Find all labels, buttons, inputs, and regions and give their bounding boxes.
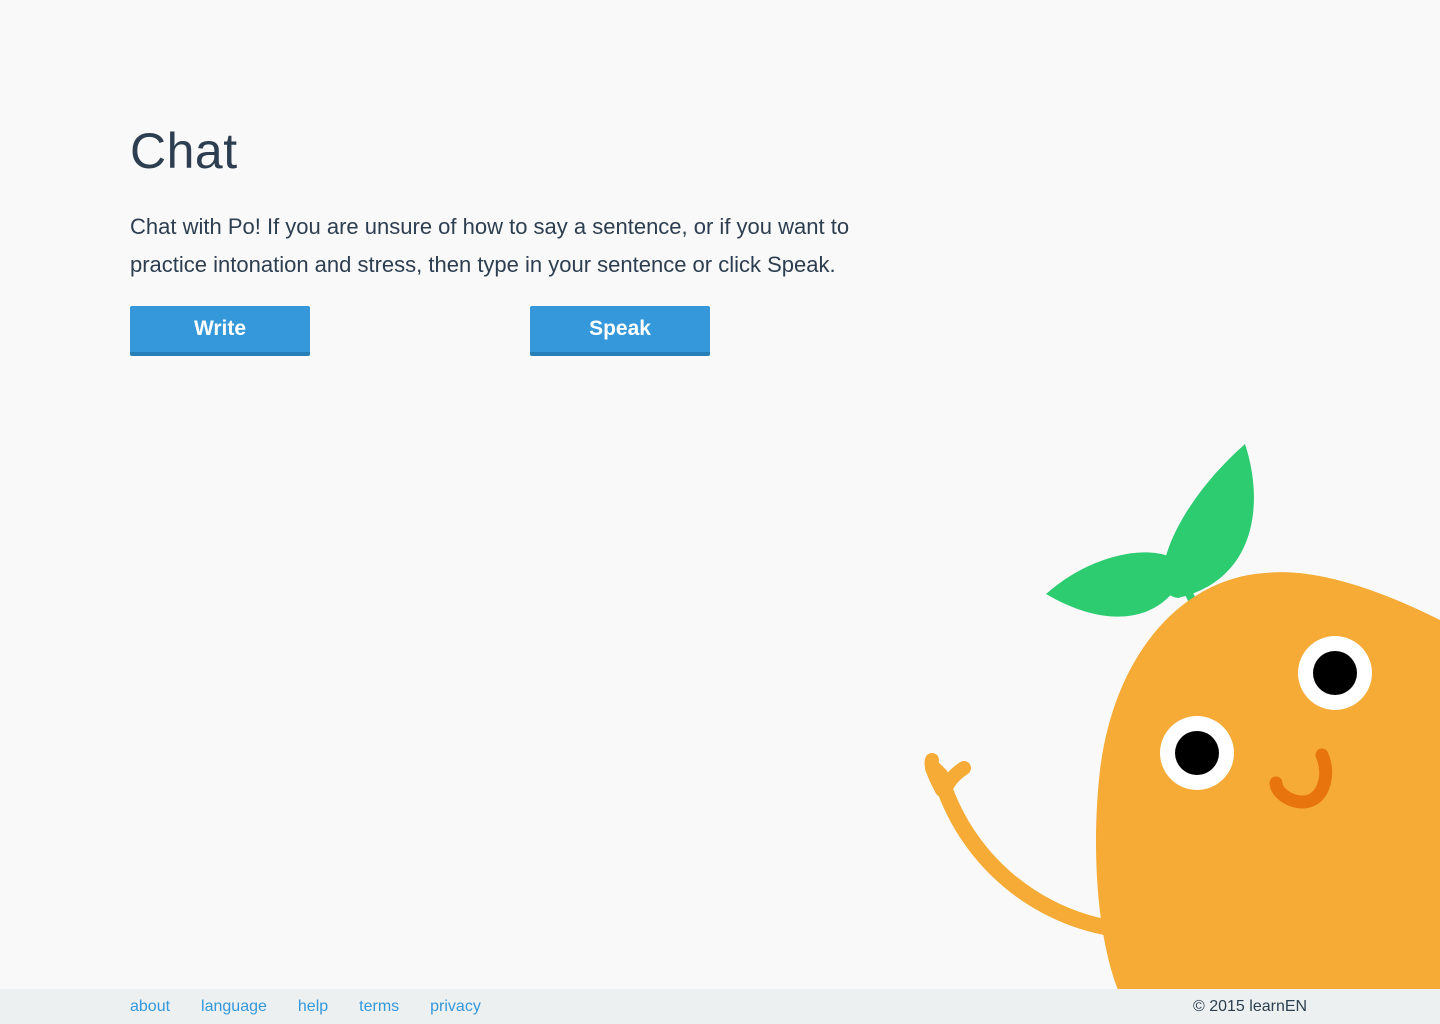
footer-nav: about language help terms privacy [130, 989, 512, 1024]
action-buttons: Write Speak [130, 306, 730, 356]
copyright-text: © 2015 learnEN [1193, 998, 1308, 1015]
footer-link-language[interactable]: language [201, 989, 267, 1024]
mascot-body [1095, 572, 1440, 990]
footer-link-privacy[interactable]: privacy [430, 989, 481, 1024]
mascot-pupil-left [1175, 731, 1219, 775]
mascot-pupil-right [1313, 651, 1357, 695]
write-button[interactable]: Write [130, 306, 310, 356]
mascot-arm [925, 760, 1118, 936]
footer-link-about[interactable]: about [130, 989, 170, 1024]
main-content: Chat Chat with Po! If you are unsure of … [130, 118, 930, 356]
page-description: Chat with Po! If you are unsure of how t… [130, 214, 850, 277]
page: Chat Chat with Po! If you are unsure of … [0, 0, 1440, 1024]
mascot-leaf-left [1046, 552, 1185, 617]
mascot-hand [924, 753, 971, 797]
footer: about language help terms privacy © 2015… [0, 989, 1440, 1024]
footer-link-terms[interactable]: terms [359, 989, 399, 1024]
page-title: Chat [130, 123, 238, 179]
po-mascot-icon [924, 444, 1440, 990]
footer-link-help[interactable]: help [298, 989, 328, 1024]
speak-button[interactable]: Speak [530, 306, 710, 356]
